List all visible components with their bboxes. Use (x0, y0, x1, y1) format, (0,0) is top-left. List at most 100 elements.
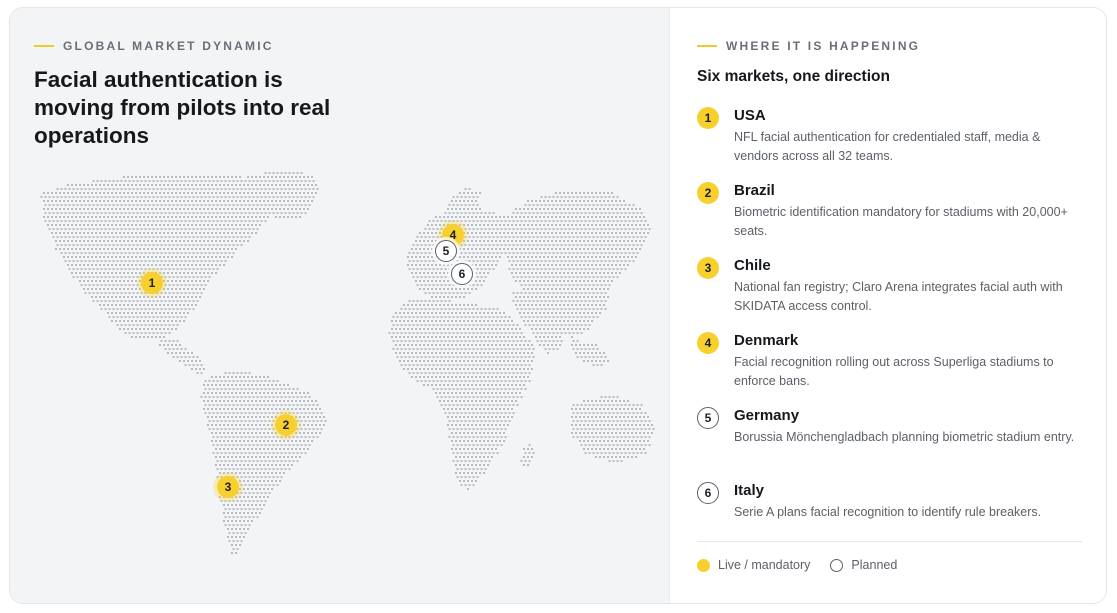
map-dot (108, 260, 111, 262)
map-dot (596, 244, 599, 246)
map-dot (164, 180, 167, 182)
map-dot (467, 392, 469, 394)
map-dot (235, 416, 237, 418)
map-dot (60, 228, 63, 230)
map-dot (143, 248, 145, 250)
map-dot (632, 236, 635, 238)
map-dot (632, 212, 635, 214)
map-dot (560, 244, 563, 246)
map-dot (251, 424, 253, 426)
map-dot (504, 412, 507, 414)
map-dot (440, 332, 443, 334)
map-dot (540, 268, 543, 270)
map-dot (304, 396, 307, 398)
map-dot (199, 184, 201, 186)
map-dot (103, 200, 105, 202)
map-dot (492, 308, 495, 310)
map-dot (507, 256, 509, 258)
map-dot (192, 356, 195, 358)
map-dot (192, 180, 195, 182)
map-dot (200, 284, 203, 286)
map-dot (628, 428, 631, 430)
map-dot (528, 212, 531, 214)
map-dot (575, 328, 577, 330)
map-dot (52, 196, 55, 198)
map-dot (104, 276, 107, 278)
map-dot (191, 256, 193, 258)
map-dot (619, 208, 621, 210)
map-dot (300, 188, 303, 190)
map-dot (163, 344, 165, 346)
map-dot (467, 448, 469, 450)
map-dot (231, 448, 233, 450)
map-dot (400, 364, 403, 366)
map-dot (495, 240, 497, 242)
map-dot (304, 444, 307, 446)
map-dot (436, 364, 439, 366)
map-dot (140, 260, 143, 262)
map-dot (484, 340, 487, 342)
map-dot (192, 220, 195, 222)
map-dot (239, 184, 241, 186)
map-dot (179, 176, 181, 178)
map-dot (56, 236, 59, 238)
map-dot (143, 176, 145, 178)
map-dot (256, 444, 259, 446)
map-dot (67, 216, 69, 218)
map-dot (131, 224, 133, 226)
map-dot (260, 404, 263, 406)
map-dot (540, 204, 543, 206)
map-dot (176, 244, 179, 246)
map-dot (584, 356, 587, 358)
map-dot (551, 320, 553, 322)
map-dot (492, 420, 495, 422)
map-dot (128, 252, 131, 254)
map-dot (495, 360, 497, 362)
map-dot (451, 368, 453, 370)
map-dot (239, 176, 241, 178)
map-dot (415, 336, 417, 338)
map-dot (539, 336, 541, 338)
map-dot (231, 216, 233, 218)
map-dot (299, 216, 301, 218)
map-dot (588, 292, 591, 294)
map-dot (304, 436, 307, 438)
map-dot (587, 408, 589, 410)
map-dot (512, 236, 515, 238)
map-dot (164, 316, 167, 318)
map-dot (448, 364, 451, 366)
map-dot (175, 328, 177, 330)
map-dot (183, 272, 185, 274)
map-dot (292, 196, 295, 198)
map-dot (244, 420, 247, 422)
map-dot (127, 256, 129, 258)
map-dot (552, 212, 555, 214)
map-dot (224, 196, 227, 198)
map-dot (271, 408, 273, 410)
map-dot (588, 276, 591, 278)
map-dot (103, 256, 105, 258)
map-dot (484, 444, 487, 446)
map-dot (204, 252, 207, 254)
map-dot (476, 276, 479, 278)
map-dot (624, 204, 627, 206)
map-dot (455, 312, 457, 314)
map-dot (232, 372, 235, 374)
map-dot (155, 200, 157, 202)
map-dot (444, 396, 447, 398)
map-dot (264, 204, 267, 206)
map-dot (512, 364, 515, 366)
map-dot (488, 396, 491, 398)
map-dot (448, 300, 451, 302)
map-dot (67, 200, 69, 202)
map-dot (507, 216, 509, 218)
map-dot (123, 256, 125, 258)
map-dot (275, 216, 277, 218)
map-dot (55, 240, 57, 242)
map-dot (559, 192, 561, 194)
map-dot (187, 248, 189, 250)
map-dot (563, 288, 565, 290)
map-dot (280, 444, 283, 446)
map-dot (504, 356, 507, 358)
map-dot (91, 192, 93, 194)
